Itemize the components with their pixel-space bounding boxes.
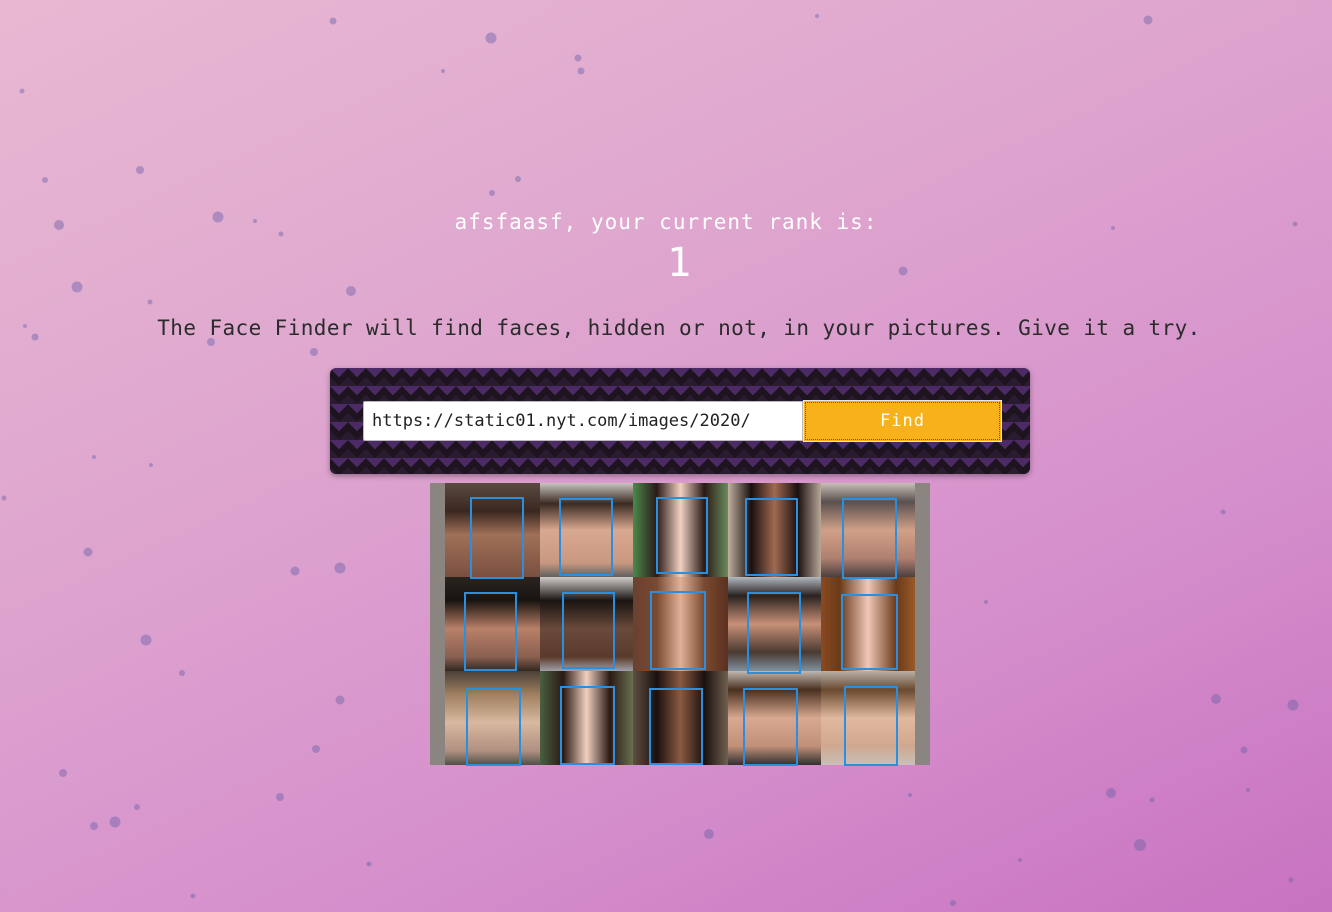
face-detection-box [656,497,708,574]
face-detection-box [649,688,703,765]
face-detection-box [650,591,706,670]
face-detection-box [559,498,613,576]
face-detection-box [470,497,524,579]
image-url-input[interactable] [363,401,803,441]
search-panel: Find [330,368,1030,474]
face-detection-box [842,498,897,579]
face-detection-box [745,498,798,576]
face-detection-box [747,592,801,674]
face-detection-box [466,688,521,766]
face-detection-box [841,594,898,670]
face-detection-box [464,592,517,671]
face-detection-box [560,686,615,765]
find-button[interactable]: Find [803,400,1002,442]
tagline: The Face Finder will find faces, hidden … [157,316,1201,340]
rank-heading: afsfaasf, your current rank is: [454,210,878,234]
face-detection-box [743,688,798,766]
face-detection-box [562,592,615,669]
face-detection-result-image [430,483,930,766]
face-detection-box [844,686,898,766]
rank-value: 1 [666,240,692,286]
